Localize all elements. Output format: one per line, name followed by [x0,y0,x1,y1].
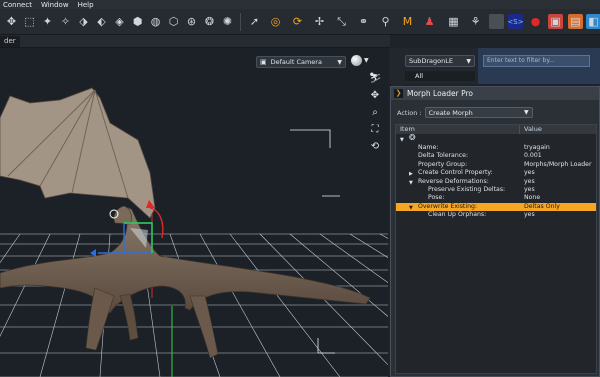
action-label: Action : [397,108,422,117]
row-value[interactable]: Morphs/Morph Loader [520,161,592,169]
region-tool-icon[interactable]: ▦ [446,14,461,29]
frame-icon[interactable]: ⛶ [368,123,382,137]
dialog-title-bar[interactable]: ❯ Morph Loader Pro [391,87,599,100]
app-logo-icon: ❯ [394,89,403,98]
render-settings-icon[interactable]: ⚘ [468,14,483,29]
scale-tool-icon[interactable]: ⤡ [334,14,349,29]
cube-icon[interactable]: ◍ [148,14,163,29]
geometry-icon[interactable]: ⬢ [130,14,145,29]
viewport[interactable]: ▣ Default Camera ▼ ▼ ⛷ ✥ ⌕ ⛶ ⟲ [0,48,388,377]
row-value[interactable]: Deltas Only [520,203,560,211]
figure-icon[interactable]: ♟ [422,14,437,29]
draw-style-chevron-icon[interactable]: ▼ [364,57,369,64]
row-label: Create Control Property: [418,169,493,177]
spark-icon[interactable]: ✧ [58,14,73,29]
camera-pan-icon[interactable]: ✥ [368,89,382,103]
node-weight-icon[interactable]: ⚲ [378,14,393,29]
row-label: Delta Tolerance: [418,152,469,160]
table-row-selected[interactable]: ▼ Overwrite Existing: Deltas Only [396,202,596,212]
viewport-scene [0,87,388,377]
camera-label: Default Camera [270,58,322,66]
bounding-box [290,129,340,354]
action-value: Create Morph [428,108,473,117]
morph-loader-dialog: ❯ Morph Loader Pro Action : Create Morph… [390,86,600,377]
table-row-root[interactable]: ▼ ❂ [396,133,596,144]
row-label: Preserve Existing Deltas: [428,185,506,193]
toolbar-separator [240,13,241,31]
scene-node-label: SubDragonLE [409,57,453,65]
row-label: Reverse Deformations: [418,177,489,185]
table-row[interactable]: Delta Tolerance: 0.001 [396,152,596,160]
row-value[interactable]: yes [520,186,535,194]
table-row[interactable]: Name: tryagain [396,144,596,152]
col-value-header[interactable]: Value [520,125,542,134]
reset-camera-icon[interactable]: ⟲ [368,140,382,154]
scene-node-select[interactable]: SubDragonLE ▼ [405,55,475,67]
mesh-icon[interactable]: ◈ [112,14,127,29]
camera-orbit-icon[interactable]: ⛷ [368,72,382,86]
table-row[interactable]: ▶ Create Control Property: yes [396,169,596,177]
vertex-icon[interactable]: ⬖ [94,14,109,29]
camera-zoom-icon[interactable]: ⌕ [368,106,382,120]
render-icon[interactable]: ▣ [548,14,563,29]
script-icon[interactable]: <S> [507,14,524,29]
translate-tool-icon[interactable]: ✢ [312,14,327,29]
blank-tool-icon[interactable] [489,14,504,29]
row-value[interactable]: yes [520,211,535,219]
rotate-tool-icon[interactable]: ⟳ [290,14,305,29]
row-value[interactable]: tryagain [520,144,550,152]
dialog-title: Morph Loader Pro [407,89,474,98]
viewport-tab[interactable]: der [0,36,20,47]
row-label: Overwrite Existing: [418,202,477,210]
chevron-down-icon: ▼ [524,109,529,116]
table-row[interactable]: Pose: None [396,194,596,202]
chevron-down-icon: ▼ [337,58,342,66]
bone-tool-icon[interactable]: ⚭ [356,14,371,29]
chevron-down-icon: ▼ [466,57,471,65]
row-value[interactable]: yes [520,169,535,177]
viewport-nav-controls: ⛷ ✥ ⌕ ⛶ ⟲ [368,72,382,157]
camera-select[interactable]: ▣ Default Camera ▼ [256,56,346,68]
scene-all-item[interactable]: All [405,71,475,81]
surface-tool-icon[interactable]: M [400,14,415,29]
viewport-tab-strip: der [0,35,390,48]
draw-style-icon[interactable] [351,55,362,66]
transform-tool-icon[interactable]: ✥ [4,14,19,29]
row-label: Clean Up Orphans: [428,211,487,219]
action-row: Action : Create Morph ▼ [397,107,533,118]
row-label: Name: [418,144,439,151]
menu-window[interactable]: Window [41,1,69,9]
render-library-icon[interactable]: ▤ [568,14,583,29]
row-label: Pose: [428,194,445,202]
table-row[interactable]: Preserve Existing Deltas: yes [396,186,596,194]
menu-help[interactable]: Help [78,1,94,9]
table-row[interactable]: Property Group: Morphs/Morph Loader [396,161,596,169]
row-value[interactable]: None [520,194,540,202]
universal-tool-icon[interactable]: ◎ [268,14,283,29]
spot-render-icon[interactable]: ◧ [586,14,600,29]
menu-bar: Connect Window Help [0,0,600,9]
select-tool-icon[interactable]: ⬚ [22,14,37,29]
filter-input[interactable]: Enter text to filter by... [483,55,590,67]
wand-icon[interactable]: ✦ [40,14,55,29]
node-icon[interactable]: ⬡ [166,14,181,29]
pointer-icon[interactable]: ➚ [247,14,262,29]
joint-icon[interactable]: ⊛ [184,14,199,29]
action-select[interactable]: Create Morph ▼ [424,107,533,118]
camera-icon: ▣ [260,58,267,66]
figure-node-icon: ❂ [409,133,416,142]
menu-connect[interactable]: Connect [3,1,32,9]
properties-table: Item Value ▼ ❂ Name: tryagain Delta Tole… [395,124,597,374]
row-label: Property Group: [418,160,468,168]
toolbar: ✥ ⬚ ✦ ✧ ⬗ ⬖ ◈ ⬢ ◍ ⬡ ⊛ ❂ ✺ ➚ ◎ ⟳ ✢ ⤡ ⚭ ⚲ … [0,9,600,35]
weight-icon[interactable]: ❂ [202,14,217,29]
record-icon[interactable]: ● [528,14,543,29]
table-header: Item Value [396,125,596,134]
row-value[interactable]: 0.001 [520,152,542,160]
row-value[interactable]: yes [520,178,535,186]
table-row[interactable]: Clean Up Orphans: yes [396,211,596,219]
move-node-icon[interactable]: ⬗ [76,14,91,29]
table-row[interactable]: ▼ Reverse Deformations: yes [396,178,596,186]
shape-icon[interactable]: ✺ [220,14,235,29]
